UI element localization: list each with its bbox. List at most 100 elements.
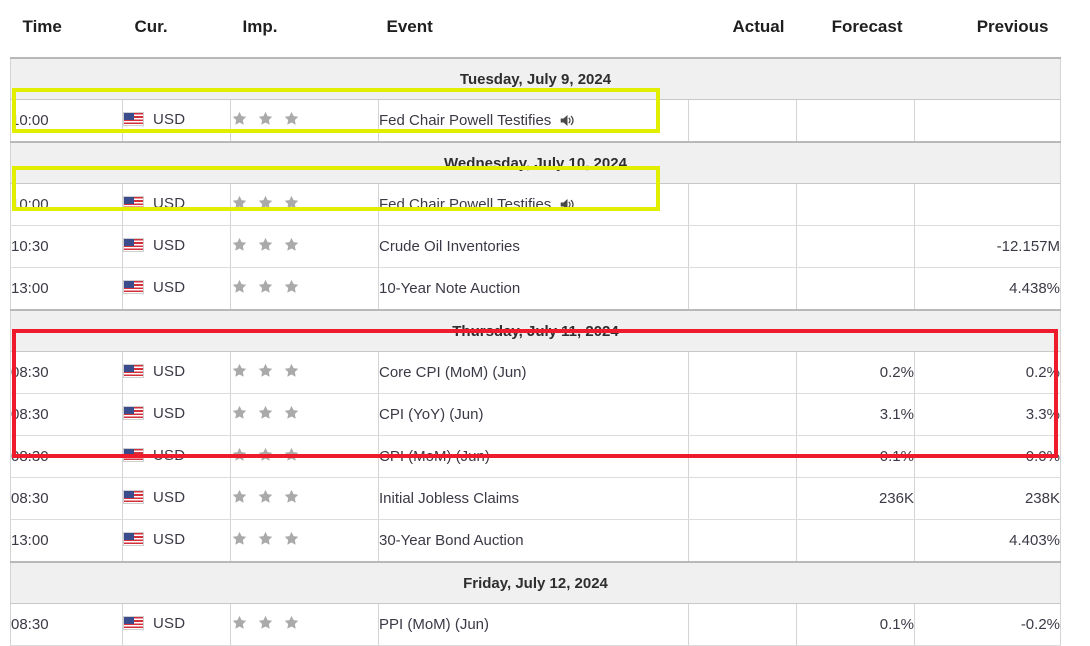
cell-actual — [688, 225, 797, 268]
cell-event[interactable]: PPI (MoM) (Jun) — [378, 603, 689, 646]
cell-currency: USD — [122, 183, 231, 226]
event-group: Fed Chair Powell Testifies — [379, 196, 576, 213]
column-header-previous[interactable]: Previous — [914, 10, 1061, 58]
cell-previous — [914, 99, 1061, 143]
currency-group: USD — [123, 615, 185, 632]
table-body: Tuesday, July 9, 2024 10:00 USD Fed Chair P… — [10, 57, 1061, 646]
cell-event[interactable]: Initial Jobless Claims — [378, 477, 689, 520]
star-icon — [232, 363, 247, 377]
cell-currency: USD — [122, 603, 231, 646]
star-icon — [258, 615, 273, 629]
column-header-currency[interactable]: Cur. — [122, 10, 231, 58]
economic-calendar-table: Time Cur. Imp. Event Actual Forecast Pre… — [10, 10, 1061, 646]
cell-time: 08:30 — [10, 393, 123, 436]
table-row[interactable]: 08:30 USD Core CPI (MoM) (Jun) 0.2% 0.2% — [10, 351, 1061, 394]
cell-previous: 4.403% — [914, 519, 1061, 563]
cell-time: 10:30 — [10, 225, 123, 268]
cell-time: 08:30 — [10, 351, 123, 394]
us-flag-icon — [123, 238, 144, 253]
day-header-row: Thursday, July 11, 2024 — [10, 309, 1061, 352]
table-header-row: Time Cur. Imp. Event Actual Forecast Pre… — [10, 10, 1061, 58]
cell-previous — [914, 183, 1061, 226]
table-row[interactable]: 10:30 USD Crude Oil Inventories -12.157M — [10, 225, 1061, 268]
day-header-label: Tuesday, July 9, 2024 — [10, 57, 1061, 100]
cell-time: 10:00 — [10, 183, 123, 226]
speaker-icon[interactable] — [559, 113, 576, 128]
currency-group: USD — [123, 447, 185, 464]
column-header-event[interactable]: Event — [378, 10, 689, 58]
cell-time: 08:30 — [10, 603, 123, 646]
table-row[interactable]: 10:00 USD Fed Chair Powell Testifies — [10, 183, 1061, 226]
event-group: CPI (YoY) (Jun) — [379, 406, 483, 423]
table-row[interactable]: 08:30 USD PPI (MoM) (Jun) 0.1% -0.2% — [10, 603, 1061, 646]
cell-event[interactable]: Fed Chair Powell Testifies — [378, 99, 689, 143]
cell-event[interactable]: Core CPI (MoM) (Jun) — [378, 351, 689, 394]
star-icon — [284, 363, 299, 377]
day-header-label: Wednesday, July 10, 2024 — [10, 141, 1061, 184]
us-flag-icon — [123, 364, 144, 379]
cell-currency: USD — [122, 519, 231, 563]
importance-stars — [231, 530, 300, 547]
event-name: 30-Year Bond Auction — [379, 532, 524, 549]
event-group: 10-Year Note Auction — [379, 280, 520, 297]
cell-importance[interactable] — [230, 519, 379, 563]
cell-event[interactable]: Crude Oil Inventories — [378, 225, 689, 268]
cell-event[interactable]: 30-Year Bond Auction — [378, 519, 689, 563]
importance-stars — [231, 194, 300, 211]
cell-event[interactable]: CPI (YoY) (Jun) — [378, 393, 689, 436]
event-group: Fed Chair Powell Testifies — [379, 112, 576, 129]
cell-importance[interactable] — [230, 435, 379, 478]
cell-forecast — [796, 99, 915, 143]
star-icon — [258, 531, 273, 545]
column-header-time[interactable]: Time — [10, 10, 123, 58]
table-row[interactable]: 10:00 USD Fed Chair Powell Testifies — [10, 99, 1061, 143]
star-icon — [284, 405, 299, 419]
event-name: PPI (MoM) (Jun) — [379, 616, 490, 633]
cell-importance[interactable] — [230, 267, 379, 311]
us-flag-icon — [123, 616, 144, 631]
cell-importance[interactable] — [230, 183, 379, 226]
table-row[interactable]: 13:00 USD 30-Year Bond Auction 4.403% — [10, 519, 1061, 563]
cell-previous: 0.2% — [914, 351, 1061, 394]
currency-group: USD — [123, 237, 185, 254]
event-name: CPI (MoM) (Jun) — [379, 448, 490, 465]
cell-actual — [688, 477, 797, 520]
currency-code: USD — [153, 194, 186, 212]
column-header-importance[interactable]: Imp. — [230, 10, 379, 58]
currency-code: USD — [153, 236, 186, 254]
table-row[interactable]: 08:30 USD CPI (MoM) (Jun) 0.1% 0.0% — [10, 435, 1061, 478]
star-icon — [232, 237, 247, 251]
cell-importance[interactable] — [230, 99, 379, 143]
currency-group: USD — [123, 363, 185, 380]
cell-forecast: 236K — [796, 477, 915, 520]
table-row[interactable]: 08:30 USD Initial Jobless Claims 236K 238K — [10, 477, 1061, 520]
star-icon — [258, 489, 273, 503]
cell-forecast: 3.1% — [796, 393, 915, 436]
cell-importance[interactable] — [230, 603, 379, 646]
table-row[interactable]: 08:30 USD CPI (YoY) (Jun) 3.1% 3.3% — [10, 393, 1061, 436]
star-icon — [284, 447, 299, 461]
star-icon — [258, 447, 273, 461]
cell-previous: -12.157M — [914, 225, 1061, 268]
currency-code: USD — [153, 446, 186, 464]
table-row[interactable]: 13:00 USD 10-Year Note Auction 4.438% — [10, 267, 1061, 311]
cell-importance[interactable] — [230, 351, 379, 394]
currency-code: USD — [153, 614, 186, 632]
cell-event[interactable]: CPI (MoM) (Jun) — [378, 435, 689, 478]
cell-actual — [688, 351, 797, 394]
cell-importance[interactable] — [230, 393, 379, 436]
star-icon — [284, 237, 299, 251]
cell-currency: USD — [122, 267, 231, 311]
star-icon — [284, 111, 299, 125]
column-header-forecast[interactable]: Forecast — [796, 10, 915, 58]
cell-event[interactable]: Fed Chair Powell Testifies — [378, 183, 689, 226]
cell-event[interactable]: 10-Year Note Auction — [378, 267, 689, 311]
cell-importance[interactable] — [230, 477, 379, 520]
cell-forecast — [796, 225, 915, 268]
column-header-actual[interactable]: Actual — [688, 10, 797, 58]
star-icon — [284, 279, 299, 293]
speaker-icon[interactable] — [559, 197, 576, 212]
us-flag-icon — [123, 112, 144, 127]
event-group: Crude Oil Inventories — [379, 238, 520, 255]
cell-importance[interactable] — [230, 225, 379, 268]
